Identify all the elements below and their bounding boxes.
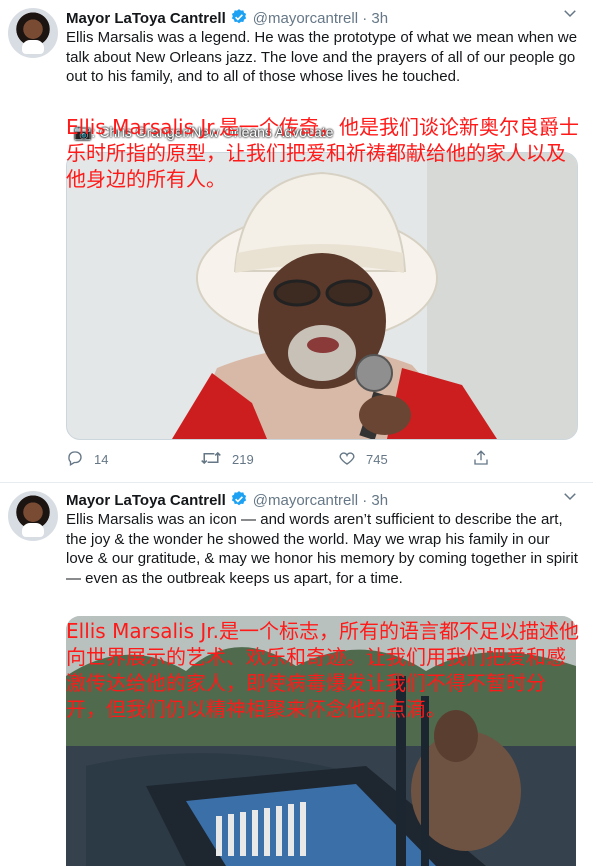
separator: · xyxy=(362,10,368,27)
tweet-header: Mayor LaToya Cantrell @mayorcantrell · 3h xyxy=(66,8,388,30)
chevron-down-icon[interactable] xyxy=(561,4,579,27)
author-handle[interactable]: @mayorcantrell xyxy=(253,10,358,27)
reply-count: 14 xyxy=(94,452,109,467)
heart-icon xyxy=(338,449,366,470)
retweet-button[interactable]: 219 xyxy=(200,449,254,470)
translation-overlay: Ellis Marsalis Jr.是一个传奇，他是我们谈论新奥尔良爵士乐时所指… xyxy=(66,115,580,191)
avatar[interactable] xyxy=(8,491,58,541)
separator: · xyxy=(362,492,368,509)
tweet-1[interactable]: Mayor LaToya Cantrell @mayorcantrell · 3h… xyxy=(0,0,593,483)
tweet-header: Mayor LaToya Cantrell @mayorcantrell · 3h xyxy=(66,490,388,512)
like-count: 745 xyxy=(366,452,388,467)
tweet-text: Ellis Marsalis was an icon — and words a… xyxy=(66,511,578,587)
chevron-down-icon[interactable] xyxy=(561,487,579,510)
like-button[interactable]: 745 xyxy=(338,449,388,470)
author-handle[interactable]: @mayorcantrell xyxy=(253,492,358,509)
share-button[interactable] xyxy=(472,449,500,470)
verified-badge-icon xyxy=(230,490,248,512)
author-name[interactable]: Mayor LaToya Cantrell xyxy=(66,10,226,27)
tweet-photo[interactable] xyxy=(66,152,578,440)
verified-badge-icon xyxy=(230,8,248,30)
photo-illustration xyxy=(67,153,577,439)
translation-overlay: Ellis Marsalis Jr.是一个标志，所有的语言都不足以描述他向世界展… xyxy=(66,619,580,721)
tweet-actions: 14 219 745 xyxy=(66,449,496,471)
retweet-count: 219 xyxy=(232,452,254,467)
avatar[interactable] xyxy=(8,8,58,58)
tweet-text: Ellis Marsalis was a legend. He was the … xyxy=(66,29,578,85)
share-icon xyxy=(472,449,500,470)
reply-icon xyxy=(66,449,94,470)
timestamp[interactable]: 3h xyxy=(371,10,388,27)
timestamp[interactable]: 3h xyxy=(371,492,388,509)
retweet-icon xyxy=(200,449,232,470)
author-name[interactable]: Mayor LaToya Cantrell xyxy=(66,492,226,509)
reply-button[interactable]: 14 xyxy=(66,449,108,470)
tweet-2[interactable]: Mayor LaToya Cantrell @mayorcantrell · 3h… xyxy=(0,483,593,866)
